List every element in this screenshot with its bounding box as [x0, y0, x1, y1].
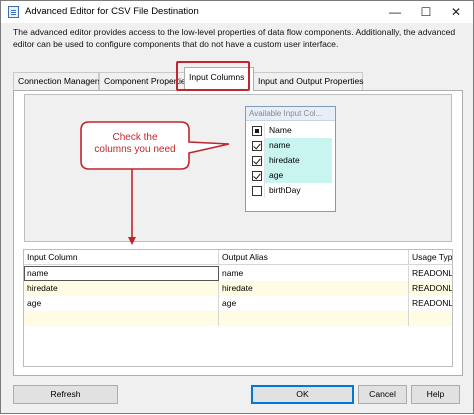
refresh-button[interactable]: Refresh — [13, 385, 118, 404]
tab-strip: Connection Managers Component Properties… — [13, 67, 463, 91]
input-columns-grid: Input Column Output Alias Usage Type nam… — [23, 249, 453, 367]
column-name: name — [265, 138, 332, 153]
table-row[interactable]: name name READONLY — [24, 266, 452, 281]
column-checkbox[interactable] — [251, 185, 262, 196]
window-title: Advanced Editor for CSV File Destination — [25, 6, 199, 17]
column-row-birthday[interactable]: birthDay — [249, 183, 332, 198]
maximize-button[interactable]: ☐ — [412, 2, 440, 22]
ok-button[interactable]: OK — [251, 385, 354, 404]
table-row[interactable]: age age READONLY — [24, 296, 452, 311]
output-alias-cell[interactable] — [219, 311, 409, 326]
tab-component-properties[interactable]: Component Properties — [99, 72, 190, 90]
advanced-editor-window: Advanced Editor for CSV File Destination… — [0, 0, 474, 414]
select-all-checkbox[interactable] — [251, 125, 262, 136]
close-button[interactable]: ✕ — [442, 2, 470, 22]
column-checkbox[interactable] — [251, 170, 262, 181]
grid-header-row: Input Column Output Alias Usage Type — [24, 250, 452, 265]
table-row[interactable]: hiredate hiredate READONLY — [24, 281, 452, 296]
column-header-name: Name — [265, 123, 332, 138]
input-column-cell[interactable]: hiredate — [24, 281, 219, 296]
available-columns-title: Available Input Col... — [246, 107, 335, 121]
input-column-cell[interactable]: name — [24, 266, 219, 281]
available-input-columns-box: Available Input Col... Name name hiredat… — [245, 106, 336, 212]
input-columns-panel: Available Input Col... Name name hiredat… — [13, 90, 463, 376]
title-bar: Advanced Editor for CSV File Destination… — [1, 1, 473, 23]
help-button[interactable]: Help — [411, 385, 460, 404]
column-mapping-area: Available Input Col... Name name hiredat… — [24, 94, 452, 242]
header-usage-type[interactable]: Usage Type — [409, 250, 452, 265]
new-row-placeholder[interactable] — [24, 311, 452, 326]
usage-type-cell[interactable]: READONLY — [409, 281, 452, 296]
column-name: hiredate — [265, 153, 332, 168]
usage-type-cell[interactable]: READONLY — [409, 296, 452, 311]
header-output-alias[interactable]: Output Alias — [219, 250, 409, 265]
column-checkbox[interactable] — [251, 155, 262, 166]
column-row-name[interactable]: name — [249, 138, 332, 153]
column-name: age — [265, 168, 332, 183]
column-row-hiredate[interactable]: hiredate — [249, 153, 332, 168]
header-input-column[interactable]: Input Column — [24, 250, 219, 265]
output-alias-cell[interactable]: hiredate — [219, 281, 409, 296]
tab-input-columns[interactable]: Input Columns — [184, 67, 254, 91]
usage-type-cell[interactable]: READONLY — [409, 266, 452, 281]
input-column-cell[interactable] — [24, 311, 219, 326]
input-column-cell[interactable]: age — [24, 296, 219, 311]
output-alias-cell[interactable]: age — [219, 296, 409, 311]
callout-text: Check the columns you need — [94, 132, 176, 155]
editor-description: The advanced editor provides access to t… — [13, 27, 456, 49]
select-all-row[interactable]: Name — [249, 123, 332, 138]
app-icon — [8, 6, 19, 18]
tab-input-output-properties[interactable]: Input and Output Properties — [253, 72, 364, 90]
output-alias-cell[interactable]: name — [219, 266, 409, 281]
column-checkbox[interactable] — [251, 140, 262, 151]
tab-connection-managers[interactable]: Connection Managers — [13, 72, 102, 90]
column-name: birthDay — [269, 185, 301, 195]
minimize-button[interactable]: — — [381, 2, 409, 22]
usage-type-cell[interactable] — [409, 311, 452, 326]
column-row-age[interactable]: age — [249, 168, 332, 183]
cancel-button[interactable]: Cancel — [358, 385, 407, 404]
